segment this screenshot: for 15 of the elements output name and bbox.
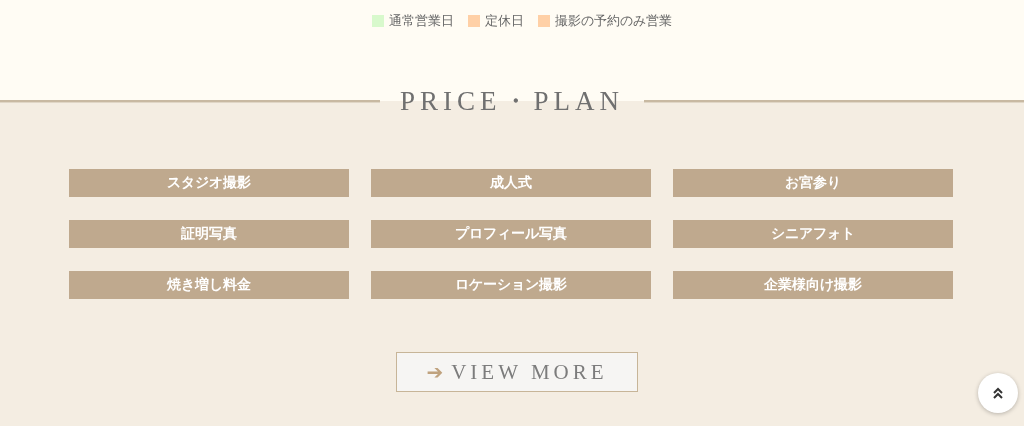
plan-link[interactable]: スタジオ撮影 [69, 169, 349, 197]
plan-link[interactable]: プロフィール写真 [371, 220, 651, 248]
plan-link[interactable]: シニアフォト [673, 220, 953, 248]
plan-link[interactable]: 成人式 [371, 169, 651, 197]
plan-link[interactable]: ロケーション撮影 [371, 271, 651, 299]
scroll-top-button[interactable] [978, 373, 1018, 413]
legend-label: 撮影の予約のみ営業 [555, 12, 672, 30]
plan-link[interactable]: 企業様向け撮影 [673, 271, 953, 299]
view-more-button[interactable]: ➔ VIEW MORE [396, 352, 638, 392]
plan-link[interactable]: 焼き増し料金 [69, 271, 349, 299]
double-chevron-up-icon [992, 387, 1004, 399]
legend-label: 定休日 [485, 12, 524, 30]
plan-link[interactable]: お宮参り [673, 169, 953, 197]
legend-label: 通常営業日 [389, 12, 454, 30]
plan-link[interactable]: 証明写真 [69, 220, 349, 248]
